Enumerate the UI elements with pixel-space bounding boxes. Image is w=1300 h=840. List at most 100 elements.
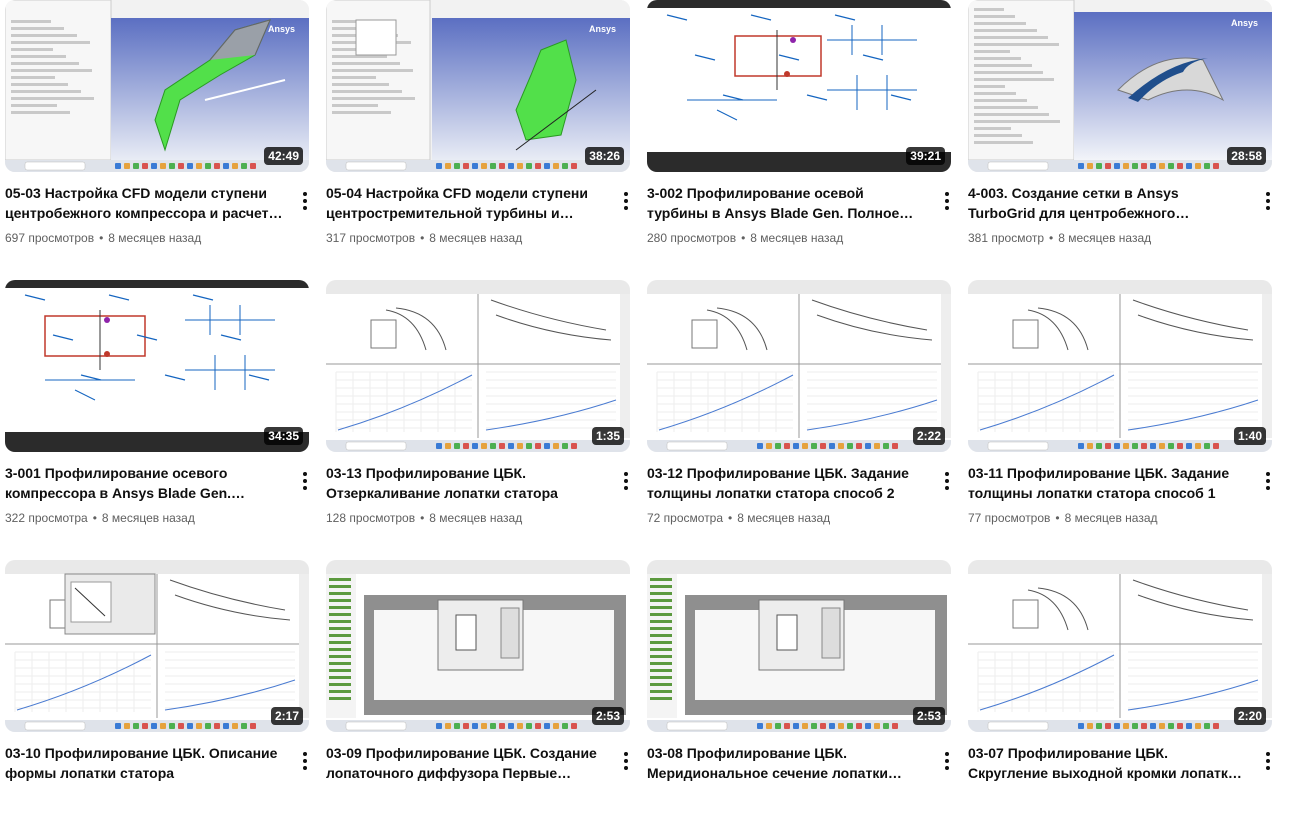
thumbnail-image [647, 280, 951, 452]
thumbnail-image [5, 280, 309, 452]
video-card[interactable]: 1:40 03-11 Профилирование ЦБК. Задание т… [968, 280, 1272, 560]
duration-badge: 2:53 [591, 707, 624, 725]
video-details: 4-003. Создание сетки в Ansys TurboGrid … [968, 183, 1272, 247]
video-title[interactable]: 03-09 Профилирование ЦБК. Создание лопат… [326, 743, 604, 783]
thumbnail-image [968, 280, 1272, 452]
video-title[interactable]: 05-04 Настройка CFD модели ступени центр… [326, 183, 604, 223]
more-vert-icon[interactable] [301, 750, 309, 774]
more-vert-icon[interactable] [301, 470, 309, 494]
thumbnail-image [647, 560, 951, 732]
view-count: 697 просмотров [5, 231, 95, 245]
video-details: 03-12 Профилирование ЦБК. Задание толщин… [647, 463, 951, 527]
video-thumbnail[interactable]: 1:40 [968, 280, 1272, 452]
video-card[interactable]: 34:35 3-001 Профилирование осевого компр… [5, 280, 309, 560]
video-stats: 317 просмотров • 8 месяцев назад [326, 229, 630, 247]
video-grid: Ansys 42:49 05-03 Настройка CFD модели с… [5, 0, 1272, 840]
video-details: 03-09 Профилирование ЦБК. Создание лопат… [326, 743, 630, 789]
view-count: 317 просмотров [326, 231, 416, 245]
video-thumbnail[interactable]: 2:53 [326, 560, 630, 732]
video-title[interactable]: 05-03 Настройка CFD модели ступени центр… [5, 183, 283, 223]
video-thumbnail[interactable]: 2:17 [5, 560, 309, 732]
thumbnail-image [326, 560, 630, 732]
separator-dot: • [420, 511, 425, 525]
video-thumbnail[interactable]: 2:20 [968, 560, 1272, 732]
view-count: 128 просмотров [326, 511, 416, 525]
thumbnail-image: Ansys [968, 0, 1272, 172]
more-vert-icon[interactable] [301, 190, 309, 214]
video-stats: 381 просмотр • 8 месяцев назад [968, 229, 1272, 247]
video-title[interactable]: 03-07 Профилирование ЦБК. Скругление вых… [968, 743, 1246, 783]
duration-badge: 1:40 [1233, 427, 1266, 445]
separator-dot: • [1055, 511, 1060, 525]
video-details: 03-13 Профилирование ЦБК. Отзеркаливание… [326, 463, 630, 527]
video-title[interactable]: 4-003. Создание сетки в Ansys TurboGrid … [968, 183, 1246, 223]
duration-badge: 2:20 [1233, 707, 1266, 725]
video-details: 3-001 Профилирование осевого компрессора… [5, 463, 309, 527]
video-title[interactable]: 3-002 Профилирование осевой турбины в An… [647, 183, 925, 223]
video-thumbnail[interactable]: 1:35 [326, 280, 630, 452]
video-thumbnail[interactable]: Ansys 38:26 [326, 0, 630, 172]
separator-dot: • [1049, 231, 1054, 245]
duration-badge: 28:58 [1227, 147, 1266, 165]
video-thumbnail[interactable]: 39:21 [647, 0, 951, 172]
duration-badge: 1:35 [591, 427, 624, 445]
video-title[interactable]: 03-10 Профилирование ЦБК. Описание формы… [5, 743, 283, 783]
video-thumbnail[interactable]: 2:22 [647, 280, 951, 452]
video-card[interactable]: Ansys 28:58 4-003. Создание сетки в Ansy… [968, 0, 1272, 280]
video-thumbnail[interactable]: Ansys 28:58 [968, 0, 1272, 172]
upload-age: 8 месяцев назад [429, 511, 523, 525]
svg-text:Ansys: Ansys [268, 24, 295, 34]
video-card[interactable]: Ansys 38:26 05-04 Настройка CFD модели с… [326, 0, 630, 280]
more-vert-icon[interactable] [1264, 190, 1272, 214]
more-vert-icon[interactable] [943, 470, 951, 494]
video-thumbnail[interactable]: 34:35 [5, 280, 309, 452]
more-vert-icon[interactable] [622, 470, 630, 494]
video-title[interactable]: 03-11 Профилирование ЦБК. Задание толщин… [968, 463, 1246, 503]
video-details: 03-11 Профилирование ЦБК. Задание толщин… [968, 463, 1272, 527]
video-thumbnail[interactable]: Ansys 42:49 [5, 0, 309, 172]
video-details: 05-04 Настройка CFD модели ступени центр… [326, 183, 630, 247]
video-card[interactable]: 2:53 03-08 Профилирование ЦБК. Меридиона… [647, 560, 951, 840]
more-vert-icon[interactable] [943, 190, 951, 214]
more-vert-icon[interactable] [622, 190, 630, 214]
video-card[interactable]: 2:53 03-09 Профилирование ЦБК. Создание … [326, 560, 630, 840]
thumbnail-image [647, 0, 951, 172]
video-details: 3-002 Профилирование осевой турбины в An… [647, 183, 951, 247]
svg-text:Ansys: Ansys [1231, 18, 1258, 28]
duration-badge: 2:17 [270, 707, 303, 725]
thumbnail-image: Ansys [326, 0, 630, 172]
view-count: 72 просмотра [647, 511, 724, 525]
video-thumbnail[interactable]: 2:53 [647, 560, 951, 732]
video-title[interactable]: 3-001 Профилирование осевого компрессора… [5, 463, 283, 503]
upload-age: 8 месяцев назад [1064, 511, 1158, 525]
video-details: 05-03 Настройка CFD модели ступени центр… [5, 183, 309, 247]
video-card[interactable]: 1:35 03-13 Профилирование ЦБК. Отзеркали… [326, 280, 630, 560]
video-stats: 128 просмотров • 8 месяцев назад [326, 509, 630, 527]
video-card[interactable]: Ansys 42:49 05-03 Настройка CFD модели с… [5, 0, 309, 280]
more-vert-icon[interactable] [1264, 750, 1272, 774]
video-card[interactable]: 39:21 3-002 Профилирование осевой турбин… [647, 0, 951, 280]
video-title[interactable]: 03-13 Профилирование ЦБК. Отзеркаливание… [326, 463, 604, 503]
video-title[interactable]: 03-12 Профилирование ЦБК. Задание толщин… [647, 463, 925, 503]
separator-dot: • [420, 231, 425, 245]
view-count: 280 просмотров [647, 231, 737, 245]
video-stats: 322 просмотра • 8 месяцев назад [5, 509, 309, 527]
video-card[interactable]: 2:20 03-07 Профилирование ЦБК. Скруглени… [968, 560, 1272, 840]
video-title[interactable]: 03-08 Профилирование ЦБК. Меридиональное… [647, 743, 925, 783]
video-details: 03-07 Профилирование ЦБК. Скругление вых… [968, 743, 1272, 789]
more-vert-icon[interactable] [1264, 470, 1272, 494]
duration-badge: 2:22 [912, 427, 945, 445]
more-vert-icon[interactable] [622, 750, 630, 774]
thumbnail-image [968, 560, 1272, 732]
upload-age: 8 месяцев назад [750, 231, 844, 245]
thumbnail-image [326, 280, 630, 452]
more-vert-icon[interactable] [943, 750, 951, 774]
video-stats: 77 просмотров • 8 месяцев назад [968, 509, 1272, 527]
upload-age: 8 месяцев назад [737, 511, 831, 525]
duration-badge: 34:35 [264, 427, 303, 445]
video-card[interactable]: 2:17 03-10 Профилирование ЦБК. Описание … [5, 560, 309, 840]
separator-dot: • [92, 511, 97, 525]
video-card[interactable]: 2:22 03-12 Профилирование ЦБК. Задание т… [647, 280, 951, 560]
duration-badge: 42:49 [264, 147, 303, 165]
video-details: 03-08 Профилирование ЦБК. Меридиональное… [647, 743, 951, 789]
